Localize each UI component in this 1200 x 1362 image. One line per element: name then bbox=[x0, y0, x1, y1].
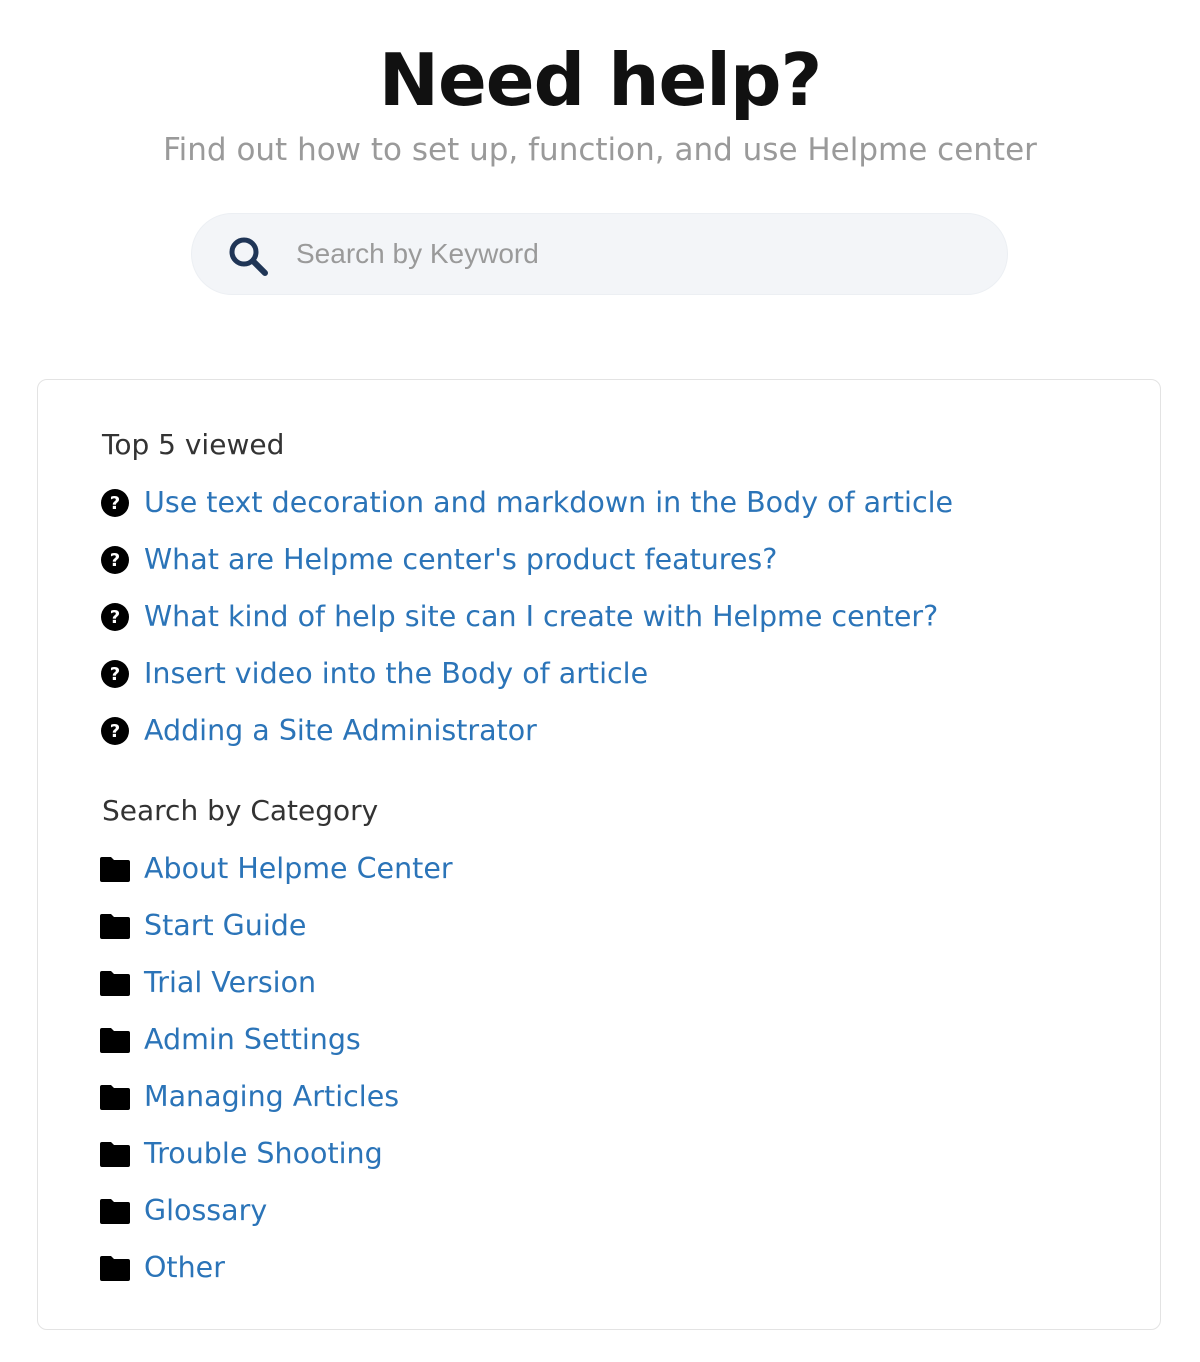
svg-text:?: ? bbox=[110, 607, 120, 628]
top-article-link[interactable]: Insert video into the Body of article bbox=[144, 656, 648, 692]
top-article-link[interactable]: Use text decoration and markdown in the … bbox=[144, 485, 953, 521]
svg-text:?: ? bbox=[110, 493, 120, 514]
list-item: ? Insert video into the Body of article bbox=[100, 645, 953, 702]
help-card: Top 5 viewed ? Use text decoration and m… bbox=[37, 379, 1161, 1330]
list-item: ? Use text decoration and markdown in th… bbox=[100, 474, 953, 531]
top-viewed-list: ? Use text decoration and markdown in th… bbox=[100, 474, 953, 759]
top-article-link[interactable]: What kind of help site can I create with… bbox=[144, 599, 938, 635]
search-input[interactable] bbox=[296, 214, 976, 294]
category-link[interactable]: Other bbox=[144, 1250, 225, 1286]
page-title: Need help? bbox=[378, 38, 823, 122]
question-circle-icon: ? bbox=[100, 716, 130, 746]
category-link[interactable]: Trouble Shooting bbox=[144, 1136, 383, 1172]
top-article-link[interactable]: What are Helpme center's product feature… bbox=[144, 542, 777, 578]
folder-icon bbox=[100, 854, 130, 884]
list-item: Managing Articles bbox=[100, 1068, 453, 1125]
folder-icon bbox=[100, 911, 130, 941]
category-list: About Helpme Center Start Guide Trial Ve… bbox=[100, 840, 453, 1296]
list-item: ? Adding a Site Administrator bbox=[100, 702, 953, 759]
question-circle-icon: ? bbox=[100, 659, 130, 689]
svg-text:?: ? bbox=[110, 721, 120, 742]
question-circle-icon: ? bbox=[100, 545, 130, 575]
search-icon[interactable] bbox=[226, 234, 270, 278]
folder-icon bbox=[100, 1196, 130, 1226]
category-link[interactable]: Start Guide bbox=[144, 908, 306, 944]
list-item: Trial Version bbox=[100, 954, 453, 1011]
list-item: Trouble Shooting bbox=[100, 1125, 453, 1182]
category-heading: Search by Category bbox=[102, 794, 379, 827]
folder-icon bbox=[100, 1082, 130, 1112]
list-item: ? What kind of help site can I create wi… bbox=[100, 588, 953, 645]
list-item: Start Guide bbox=[100, 897, 453, 954]
list-item: Other bbox=[100, 1239, 453, 1296]
category-link[interactable]: Glossary bbox=[144, 1193, 267, 1229]
category-link[interactable]: About Helpme Center bbox=[144, 851, 453, 887]
question-circle-icon: ? bbox=[100, 602, 130, 632]
top-viewed-heading: Top 5 viewed bbox=[102, 428, 285, 461]
folder-icon bbox=[100, 1253, 130, 1283]
folder-icon bbox=[100, 968, 130, 998]
question-circle-icon: ? bbox=[100, 488, 130, 518]
list-item: ? What are Helpme center's product featu… bbox=[100, 531, 953, 588]
list-item: About Helpme Center bbox=[100, 840, 453, 897]
svg-text:?: ? bbox=[110, 550, 120, 571]
category-link[interactable]: Managing Articles bbox=[144, 1079, 399, 1115]
list-item: Admin Settings bbox=[100, 1011, 453, 1068]
page-subtitle: Find out how to set up, function, and us… bbox=[163, 132, 1037, 168]
folder-icon bbox=[100, 1139, 130, 1169]
help-center-page: Need help? Find out how to set up, funct… bbox=[0, 0, 1200, 1362]
svg-text:?: ? bbox=[110, 664, 120, 685]
category-link[interactable]: Admin Settings bbox=[144, 1022, 361, 1058]
top-article-link[interactable]: Adding a Site Administrator bbox=[144, 713, 537, 749]
list-item: Glossary bbox=[100, 1182, 453, 1239]
folder-icon bbox=[100, 1025, 130, 1055]
search-bar[interactable] bbox=[191, 213, 1008, 295]
category-link[interactable]: Trial Version bbox=[144, 965, 316, 1001]
